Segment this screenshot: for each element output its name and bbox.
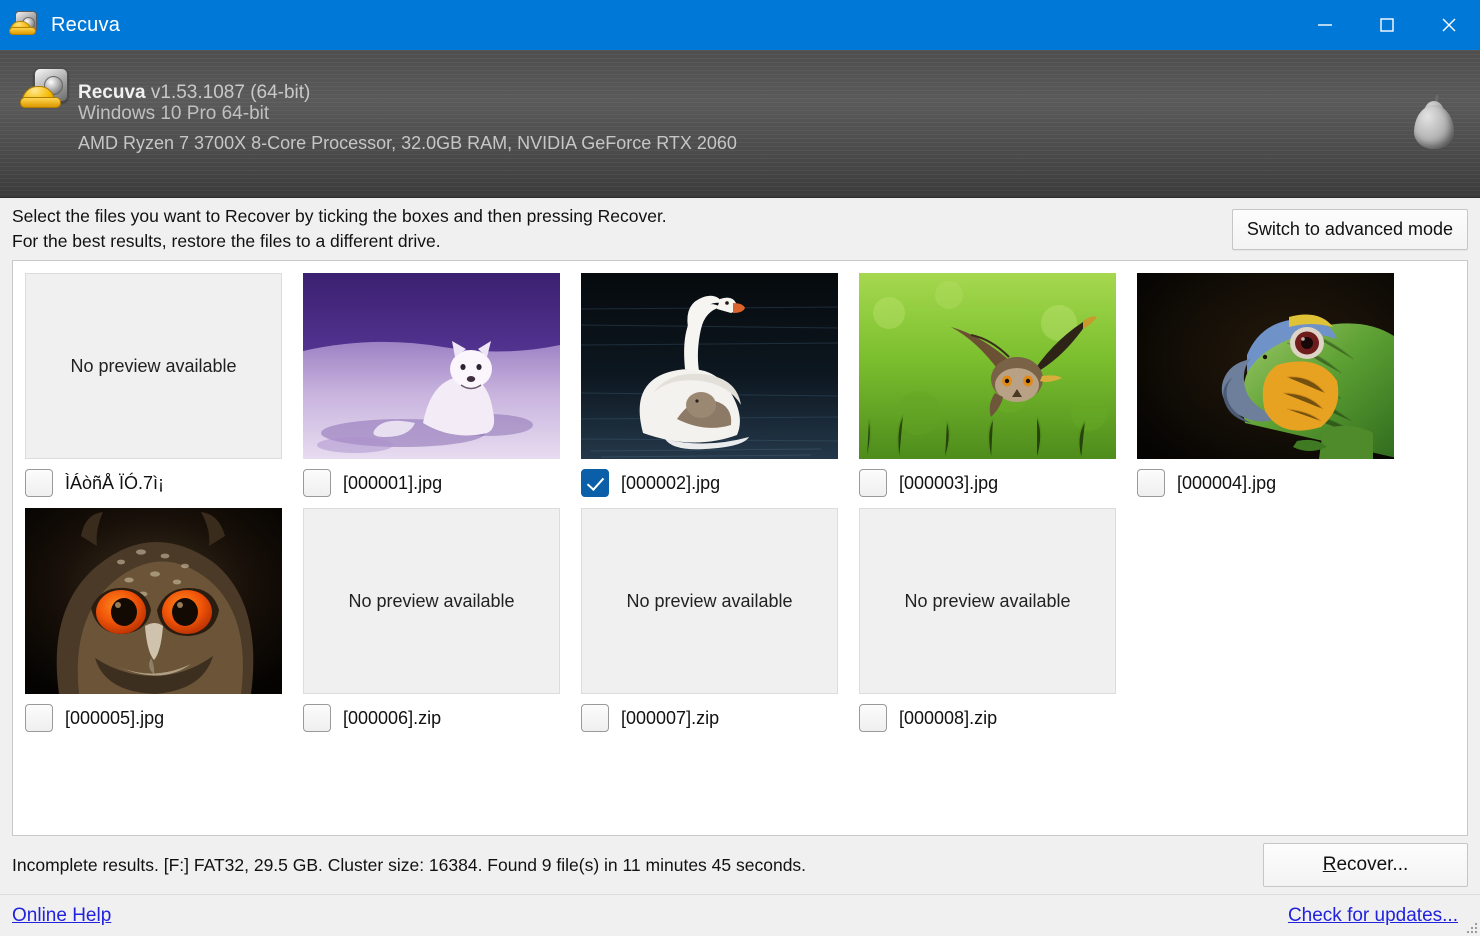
footer-bar: Online Help Check for updates...: [0, 894, 1480, 936]
scan-status-text: Incomplete results. [F:] FAT32, 29.5 GB.…: [12, 854, 807, 875]
file-name-label: [000004].jpg: [1177, 472, 1277, 493]
app-version: v1.53.1087 (64-bit): [150, 82, 311, 104]
file-thumbnail-image[interactable]: [859, 273, 1116, 459]
recuva-window: Recuva Recuva v1.53.1087 (64-bit) Window…: [0, 0, 1480, 936]
file-name-label: [000003].jpg: [899, 472, 999, 493]
online-help-link[interactable]: Online Help: [12, 905, 111, 927]
window-title: Recuva: [51, 13, 121, 36]
piriform-pear-logo: [1412, 94, 1456, 149]
file-cell[interactable]: No preview available [000006].zip: [303, 508, 581, 733]
recover-button[interactable]: Recover...: [1263, 843, 1468, 887]
file-grid: No preview available ÌÁòñÅ ÏÓ.7ì¡ [00000…: [25, 273, 1467, 743]
file-thumbnail-image[interactable]: [581, 273, 838, 459]
file-checkbox[interactable]: [25, 704, 53, 732]
file-cell[interactable]: No preview available [000008].zip: [859, 508, 1137, 733]
file-cell[interactable]: No preview available [000007].zip: [581, 508, 859, 733]
instruction-text: Select the files you want to Recover by …: [12, 204, 667, 254]
file-checkbox[interactable]: [859, 704, 887, 732]
file-grid-panel[interactable]: No preview available ÌÁòñÅ ÏÓ.7ì¡ [00000…: [12, 260, 1468, 836]
recuva-disk-hardhat-icon: [9, 10, 40, 40]
file-thumbnail-image[interactable]: [25, 508, 282, 694]
file-name-label: ÌÁòñÅ ÏÓ.7ì¡: [65, 472, 165, 493]
app-name: Recuva: [78, 82, 146, 104]
file-row: [000002].jpg: [581, 468, 859, 498]
instruction-line-1: Select the files you want to Recover by …: [12, 205, 667, 226]
maximize-button[interactable]: [1356, 0, 1418, 50]
file-name-label: [000006].zip: [343, 707, 442, 728]
os-info: Windows 10 Pro 64-bit: [78, 103, 270, 125]
no-preview-label: No preview available: [70, 355, 237, 376]
file-row: [000003].jpg: [859, 468, 1137, 498]
file-checkbox[interactable]: [303, 704, 331, 732]
file-row: [000004].jpg: [1137, 468, 1415, 498]
recover-accel: R: [1322, 854, 1337, 875]
file-cell[interactable]: [000005].jpg: [25, 508, 303, 733]
file-thumbnail-image[interactable]: [1137, 273, 1394, 459]
file-thumbnail[interactable]: No preview available: [25, 273, 282, 459]
file-row: [000005].jpg: [25, 703, 303, 733]
switch-to-advanced-mode-button[interactable]: Switch to advanced mode: [1231, 208, 1468, 250]
file-name-label: [000005].jpg: [65, 707, 165, 728]
instruction-strip: Select the files you want to Recover by …: [0, 198, 1480, 260]
file-thumbnail[interactable]: No preview available: [859, 508, 1116, 694]
recover-label-rest: ecover...: [1336, 854, 1409, 875]
file-row: [000006].zip: [303, 703, 581, 733]
file-checkbox[interactable]: [303, 469, 331, 497]
file-checkbox[interactable]: [25, 469, 53, 497]
file-cell[interactable]: [000003].jpg: [859, 273, 1137, 498]
file-name-label: [000002].jpg: [621, 472, 721, 493]
file-row: [000001].jpg: [303, 468, 581, 498]
file-name-label: [000008].zip: [899, 707, 998, 728]
file-thumbnail[interactable]: No preview available: [303, 508, 560, 694]
minimize-button[interactable]: [1294, 0, 1356, 50]
no-preview-label: No preview available: [904, 590, 1071, 611]
check-for-updates-link[interactable]: Check for updates...: [1288, 905, 1458, 927]
instruction-line-2: For the best results, restore the files …: [12, 231, 441, 251]
file-checkbox[interactable]: [581, 704, 609, 732]
file-cell[interactable]: [000001].jpg: [303, 273, 581, 498]
file-cell[interactable]: [000002].jpg: [581, 273, 859, 498]
window-controls: [1294, 0, 1480, 50]
app-info-text: Recuva v1.53.1087 (64-bit) Windows 10 Pr…: [78, 81, 737, 155]
file-thumbnail[interactable]: No preview available: [581, 508, 838, 694]
file-cell[interactable]: No preview available ÌÁòñÅ ÏÓ.7ì¡: [25, 273, 303, 498]
file-name-label: [000007].zip: [621, 707, 720, 728]
file-thumbnail-image[interactable]: [303, 273, 560, 459]
title-bar: Recuva: [0, 0, 1480, 50]
file-checkbox[interactable]: [581, 469, 609, 497]
no-preview-label: No preview available: [626, 590, 793, 611]
file-name-label: [000001].jpg: [343, 472, 443, 493]
no-preview-label: No preview available: [348, 590, 515, 611]
recuva-logo-icon: [20, 68, 74, 120]
status-bar: Incomplete results. [F:] FAT32, 29.5 GB.…: [0, 836, 1480, 894]
resize-grip[interactable]: [1463, 919, 1477, 933]
app-info-banner: Recuva v1.53.1087 (64-bit) Windows 10 Pr…: [0, 50, 1480, 198]
file-row: ÌÁòñÅ ÏÓ.7ì¡: [25, 468, 303, 498]
file-checkbox[interactable]: [1137, 469, 1165, 497]
file-checkbox[interactable]: [859, 469, 887, 497]
file-row: [000008].zip: [859, 703, 1137, 733]
close-button[interactable]: [1418, 0, 1480, 50]
file-cell[interactable]: [000004].jpg: [1137, 273, 1415, 498]
hardware-info: AMD Ryzen 7 3700X 8-Core Processor, 32.0…: [78, 132, 737, 153]
file-row: [000007].zip: [581, 703, 859, 733]
